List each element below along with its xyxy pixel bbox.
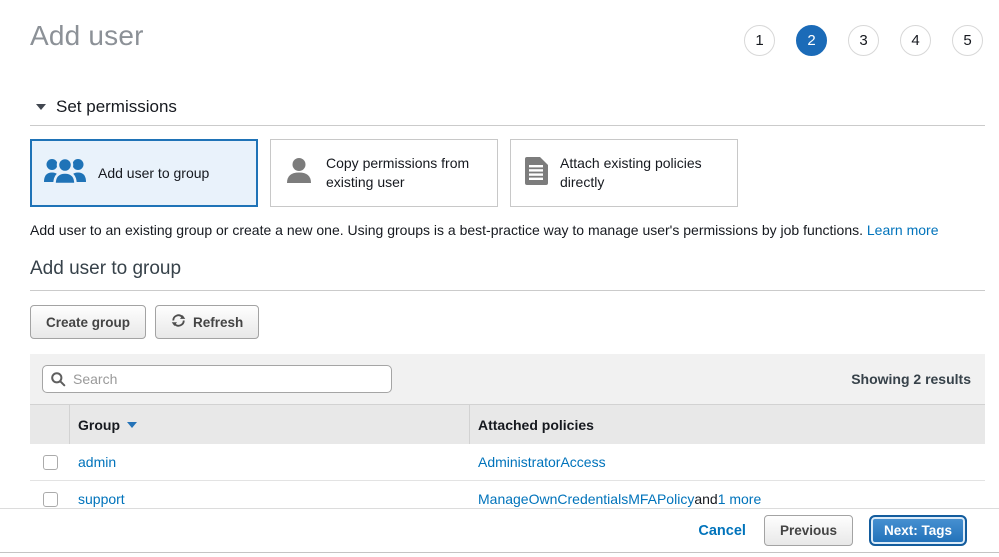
cancel-link[interactable]: Cancel <box>698 523 746 539</box>
group-column-label: Group <box>78 417 120 433</box>
row-group-cell: support <box>70 491 470 507</box>
step-4: 4 <box>900 25 931 56</box>
table-toolbar: Showing 2 results <box>30 354 985 404</box>
permission-option-cards: Add user to group Copy permissions from … <box>30 139 969 207</box>
card-add-user-to-group[interactable]: Add user to group <box>30 139 258 207</box>
table-row-admin: admin AdministratorAccess <box>30 444 985 481</box>
refresh-button[interactable]: Refresh <box>155 305 259 339</box>
document-icon <box>523 156 549 191</box>
header-checkbox-cell <box>30 405 70 444</box>
header-policies-column: Attached policies <box>470 405 985 444</box>
header-group-column[interactable]: Group <box>70 405 470 444</box>
user-icon <box>283 156 315 191</box>
create-group-button[interactable]: Create group <box>30 305 146 339</box>
row-group-cell: admin <box>70 454 470 470</box>
row-checkbox[interactable] <box>43 492 58 507</box>
step-5: 5 <box>952 25 983 56</box>
previous-button[interactable]: Previous <box>764 515 853 546</box>
set-permissions-section-header[interactable]: Set permissions <box>30 97 985 126</box>
card-attach-policies[interactable]: Attach existing policies directly <box>510 139 738 207</box>
step-3: 3 <box>848 25 879 56</box>
step-1: 1 <box>744 25 775 56</box>
permissions-description: Add user to an existing group or create … <box>30 222 969 238</box>
group-link[interactable]: support <box>78 491 125 507</box>
previous-label: Previous <box>780 523 837 538</box>
row-checkbox-cell <box>30 455 70 470</box>
row-checkbox[interactable] <box>43 455 58 470</box>
wizard-step-indicator: 1 2 3 4 5 <box>744 25 983 56</box>
search-input[interactable] <box>42 365 392 393</box>
policies-column-label: Attached policies <box>478 417 594 433</box>
search-icon <box>50 371 66 392</box>
policy-link[interactable]: AdministratorAccess <box>478 454 606 470</box>
step-2-active: 2 <box>796 25 827 56</box>
refresh-icon <box>171 313 186 331</box>
description-text: Add user to an existing group or create … <box>30 222 867 238</box>
wizard-footer: Cancel Previous Next: Tags <box>0 508 999 553</box>
row-checkbox-cell <box>30 492 70 507</box>
groups-table: Showing 2 results Group Attached policie… <box>30 354 985 518</box>
search-box <box>42 365 392 393</box>
user-group-icon <box>43 156 87 191</box>
section-title: Set permissions <box>56 97 177 117</box>
sort-descending-icon[interactable] <box>127 422 137 428</box>
card-label: Copy permissions from existing user <box>326 154 487 192</box>
results-summary: Showing 2 results <box>851 371 973 387</box>
learn-more-link[interactable]: Learn more <box>867 222 939 238</box>
page-header: Add user 1 2 3 4 5 <box>0 0 999 56</box>
table-actions: Create group Refresh <box>30 305 969 339</box>
policy-link[interactable]: ManageOwnCredentialsMFAPolicy <box>478 491 694 507</box>
collapse-caret-icon <box>36 104 46 110</box>
policy-connector-text: and <box>694 491 717 507</box>
create-group-label: Create group <box>46 315 130 330</box>
next-tags-label: Next: Tags <box>884 523 952 538</box>
card-copy-permissions[interactable]: Copy permissions from existing user <box>270 139 498 207</box>
more-policies-link[interactable]: 1 more <box>718 491 762 507</box>
next-tags-button[interactable]: Next: Tags <box>869 515 967 546</box>
row-policies-cell: ManageOwnCredentialsMFAPolicy and 1 more <box>470 491 985 507</box>
row-policies-cell: AdministratorAccess <box>470 454 985 470</box>
add-user-to-group-heading: Add user to group <box>30 258 985 291</box>
card-label: Add user to group <box>98 164 209 183</box>
page-title: Add user <box>30 20 144 52</box>
refresh-label: Refresh <box>193 315 243 330</box>
card-label: Attach existing policies directly <box>560 154 727 192</box>
group-link[interactable]: admin <box>78 454 116 470</box>
table-header-row: Group Attached policies <box>30 404 985 444</box>
